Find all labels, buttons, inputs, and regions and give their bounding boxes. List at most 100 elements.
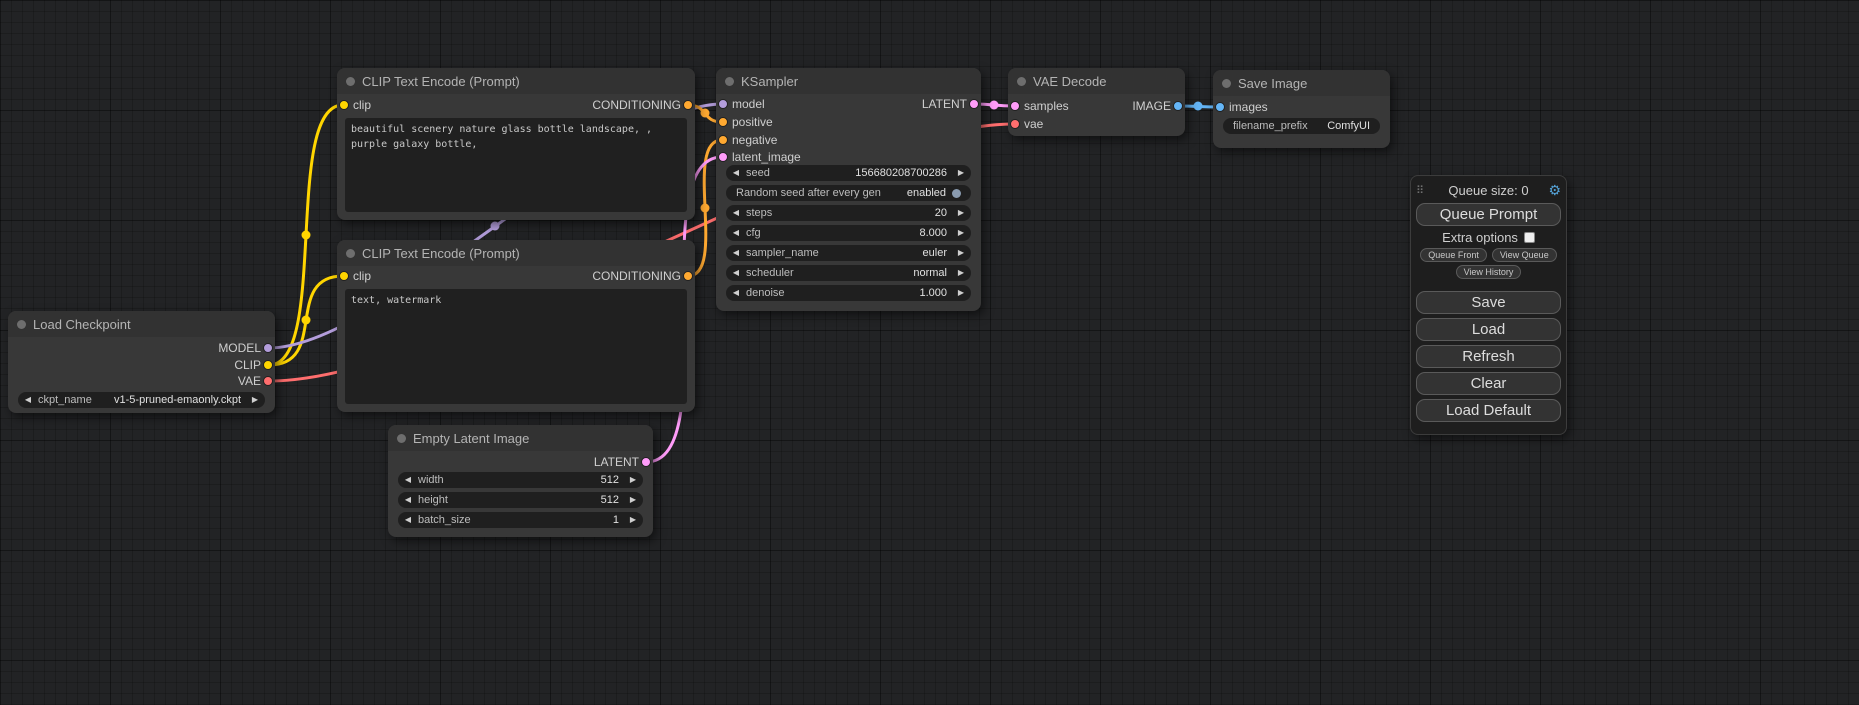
output-port-vae[interactable] [263,376,273,386]
queue-prompt-button[interactable]: Queue Prompt [1416,203,1561,226]
output-port-image[interactable] [1173,101,1183,111]
widget-steps[interactable]: ◀ steps 20 ▶ [726,205,971,221]
node-clip-text-encode-positive[interactable]: CLIP Text Encode (Prompt) clip CONDITION… [337,68,695,220]
collapse-dot-icon[interactable] [397,434,406,443]
output-port-latent[interactable] [969,99,979,109]
collapse-dot-icon[interactable] [725,77,734,86]
input-port-images[interactable] [1215,102,1225,112]
arrow-right-icon[interactable]: ▶ [623,492,643,508]
load-button[interactable]: Load [1416,318,1561,341]
arrow-right-icon[interactable]: ▶ [951,285,971,301]
widget-value: 1 [471,514,623,526]
widget-ckpt-name[interactable]: ◀ ckpt_name v1-5-pruned-emaonly.ckpt ▶ [18,392,265,408]
output-port-model[interactable] [263,343,273,353]
collapse-dot-icon[interactable] [1017,77,1026,86]
arrow-left-icon[interactable]: ◀ [726,285,746,301]
view-queue-button[interactable]: View Queue [1492,248,1557,262]
arrow-left-icon[interactable]: ◀ [726,165,746,181]
collapse-dot-icon[interactable] [1222,79,1231,88]
arrow-left-icon[interactable]: ◀ [18,392,38,408]
arrow-right-icon[interactable]: ▶ [951,165,971,181]
node-vae-decode[interactable]: VAE Decode samples vae IMAGE [1008,68,1185,136]
settings-gear-icon[interactable]: ⚙ [1545,182,1561,199]
arrow-right-icon[interactable]: ▶ [951,245,971,261]
input-port-negative[interactable] [718,135,728,145]
arrow-right-icon[interactable]: ▶ [951,205,971,221]
collapse-dot-icon[interactable] [17,320,26,329]
arrow-left-icon[interactable]: ◀ [726,265,746,281]
node-title: Empty Latent Image [413,431,529,446]
arrow-left-icon[interactable]: ◀ [398,472,418,488]
node-titlebar[interactable]: Empty Latent Image [388,425,653,451]
queue-buttons-row: Queue Front View Queue [1416,248,1561,262]
node-save-image[interactable]: Save Image images filename_prefix ComfyU… [1213,70,1390,148]
arrow-left-icon[interactable]: ◀ [726,205,746,221]
input-port-model[interactable] [718,99,728,109]
input-port-samples[interactable] [1010,101,1020,111]
output-port-conditioning[interactable] [683,271,693,281]
widget-width[interactable]: ◀ width 512 ▶ [398,472,643,488]
comfyui-canvas[interactable]: Load Checkpoint MODEL CLIP VAE ◀ ckpt_na… [0,0,1859,705]
input-port-clip[interactable] [339,271,349,281]
widget-seed[interactable]: ◀ seed 156680208700286 ▶ [726,165,971,181]
node-titlebar[interactable]: Save Image [1213,70,1390,96]
extra-options-checkbox[interactable] [1524,232,1535,243]
node-titlebar[interactable]: Load Checkpoint [8,311,275,337]
widget-value: normal [794,267,951,279]
input-port-latent-image[interactable] [718,152,728,162]
arrow-right-icon[interactable]: ▶ [951,265,971,281]
load-default-button[interactable]: Load Default [1416,399,1561,422]
widget-random-seed-toggle[interactable]: Random seed after every gen enabled [726,185,971,201]
arrow-left-icon[interactable]: ◀ [726,245,746,261]
collapse-dot-icon[interactable] [346,77,355,86]
widget-batch-size[interactable]: ◀ batch_size 1 ▶ [398,512,643,528]
collapse-dot-icon[interactable] [346,249,355,258]
node-titlebar[interactable]: VAE Decode [1008,68,1185,94]
node-title: Load Checkpoint [33,317,131,332]
node-ksampler[interactable]: KSampler model positive negative latent_… [716,68,981,311]
output-port-clip[interactable] [263,360,273,370]
input-port-clip[interactable] [339,100,349,110]
wire-midpoint-dot [701,109,710,118]
output-port-conditioning[interactable] [683,100,693,110]
node-titlebar[interactable]: KSampler [716,68,981,94]
input-label-negative: negative [732,132,777,148]
node-empty-latent-image[interactable]: Empty Latent Image LATENT ◀ width 512 ▶ … [388,425,653,537]
clear-button[interactable]: Clear [1416,372,1561,395]
widget-denoise[interactable]: ◀ denoise 1.000 ▶ [726,285,971,301]
widget-filename-prefix[interactable]: filename_prefix ComfyUI [1223,118,1380,134]
save-button[interactable]: Save [1416,291,1561,314]
widget-label: sampler_name [746,247,819,259]
prompt-textarea[interactable]: text, watermark [345,289,687,404]
queue-front-button[interactable]: Queue Front [1420,248,1487,262]
arrow-right-icon[interactable]: ▶ [951,225,971,241]
widget-sampler-name[interactable]: ◀ sampler_name euler ▶ [726,245,971,261]
arrow-left-icon[interactable]: ◀ [398,512,418,528]
arrow-left-icon[interactable]: ◀ [398,492,418,508]
toggle-dot-icon[interactable] [952,189,961,198]
prompt-textarea[interactable]: beautiful scenery nature glass bottle la… [345,118,687,212]
widget-scheduler[interactable]: ◀ scheduler normal ▶ [726,265,971,281]
node-load-checkpoint[interactable]: Load Checkpoint MODEL CLIP VAE ◀ ckpt_na… [8,311,275,413]
node-titlebar[interactable]: CLIP Text Encode (Prompt) [337,240,695,266]
arrow-right-icon[interactable]: ▶ [245,392,265,408]
arrow-left-icon[interactable]: ◀ [726,225,746,241]
view-history-button[interactable]: View History [1456,265,1522,279]
input-label-vae: vae [1024,116,1043,132]
input-port-positive[interactable] [718,117,728,127]
drag-handle-icon[interactable]: ⠿ [1416,184,1432,197]
arrow-right-icon[interactable]: ▶ [623,512,643,528]
widget-label: steps [746,207,772,219]
widget-value: v1-5-pruned-emaonly.ckpt [92,394,245,406]
input-port-vae[interactable] [1010,119,1020,129]
arrow-right-icon[interactable]: ▶ [623,472,643,488]
widget-cfg[interactable]: ◀ cfg 8.000 ▶ [726,225,971,241]
widget-label: filename_prefix [1233,120,1308,132]
node-clip-text-encode-negative[interactable]: CLIP Text Encode (Prompt) clip CONDITION… [337,240,695,412]
refresh-button[interactable]: Refresh [1416,345,1561,368]
widget-height[interactable]: ◀ height 512 ▶ [398,492,643,508]
node-titlebar[interactable]: CLIP Text Encode (Prompt) [337,68,695,94]
widget-label: Random seed after every gen [736,187,881,199]
output-label-image: IMAGE [1132,98,1171,114]
output-port-latent[interactable] [641,457,651,467]
